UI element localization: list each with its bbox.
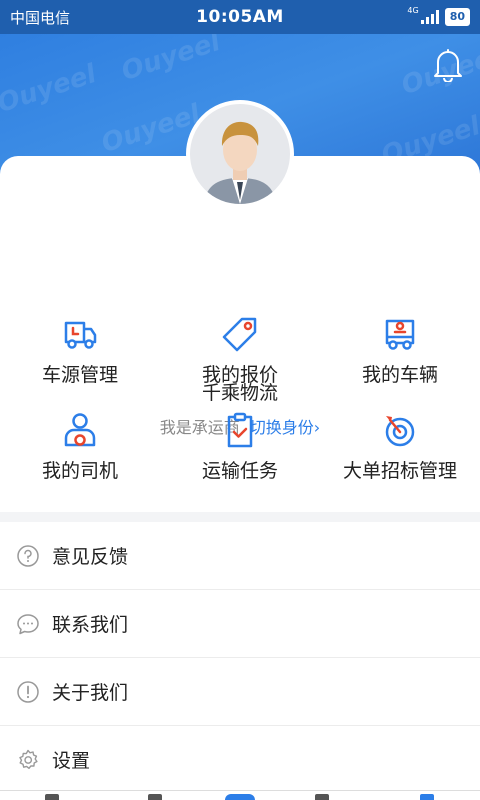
grid-item-label: 大单招标管理: [342, 460, 457, 482]
menu-item-label: 设置: [52, 750, 91, 772]
network-type: 4G: [407, 5, 419, 15]
tab-icon[interactable]: [148, 794, 162, 800]
profile-card: 千乘物流 我是承运商 切换身份› 车源管理 我的报价 我的车辆 我的司机 运输任…: [0, 156, 480, 512]
clipboard-check-icon: [227, 412, 253, 448]
watermark: Ouyeel: [117, 34, 224, 87]
vehicle-icon: [385, 319, 415, 350]
clock: 10:05AM: [196, 7, 284, 27]
menu-item-label: 联系我们: [52, 614, 129, 636]
price-tag-icon: [222, 317, 257, 352]
tab-icon[interactable]: [315, 794, 329, 800]
grid-item-vehicle-source[interactable]: 车源管理: [0, 314, 160, 387]
menu-item-feedback[interactable]: 意见反馈: [0, 522, 480, 590]
grid-item-label: 我的司机: [41, 460, 118, 482]
signal-icon: [420, 10, 439, 24]
bottom-tab-bar[interactable]: [0, 790, 480, 800]
target-icon: [385, 416, 415, 447]
avatar-image: [204, 121, 276, 204]
watermark: Ouyeel: [0, 59, 100, 119]
menu-item-about[interactable]: 关于我们: [0, 658, 480, 726]
truck-icon: [64, 321, 97, 349]
grid-item-label: 运输任务: [201, 460, 278, 482]
menu-item-label: 意见反馈: [52, 546, 129, 568]
grid-item-label: 车源管理: [41, 364, 118, 386]
grid-item-transport-tasks[interactable]: 运输任务: [160, 410, 320, 483]
grid-item-bidding-management[interactable]: 大单招标管理: [320, 410, 480, 483]
chat-icon: [17, 613, 39, 634]
status-bar: 中国电信 10:05AM 4G 80: [0, 0, 480, 34]
tab-icon[interactable]: [225, 794, 255, 800]
tab-icon[interactable]: [45, 794, 59, 800]
gear-icon: [19, 749, 38, 769]
grid-item-label: 我的车辆: [361, 364, 438, 386]
info-icon: [17, 680, 39, 703]
menu-item-contact[interactable]: 联系我们: [0, 590, 480, 658]
driver-icon: [64, 413, 96, 447]
tab-icon[interactable]: [420, 794, 434, 800]
menu-item-label: 关于我们: [52, 682, 129, 704]
settings-menu: 意见反馈 联系我们 关于我们 设置: [0, 522, 480, 794]
battery-icon: 80: [444, 8, 470, 26]
grid-item-label: 我的报价: [201, 364, 278, 386]
status-indicators: 4G 80: [330, 5, 470, 26]
question-icon: [17, 544, 39, 567]
avatar[interactable]: [186, 100, 294, 208]
grid-item-my-drivers[interactable]: 我的司机: [0, 410, 160, 483]
grid-item-my-vehicles[interactable]: 我的车辆: [320, 314, 480, 387]
carrier-label: 中国电信: [10, 8, 71, 27]
grid-item-my-quotes[interactable]: 我的报价: [160, 314, 320, 387]
bell-icon[interactable]: [432, 48, 464, 82]
menu-item-settings[interactable]: 设置: [0, 726, 480, 794]
